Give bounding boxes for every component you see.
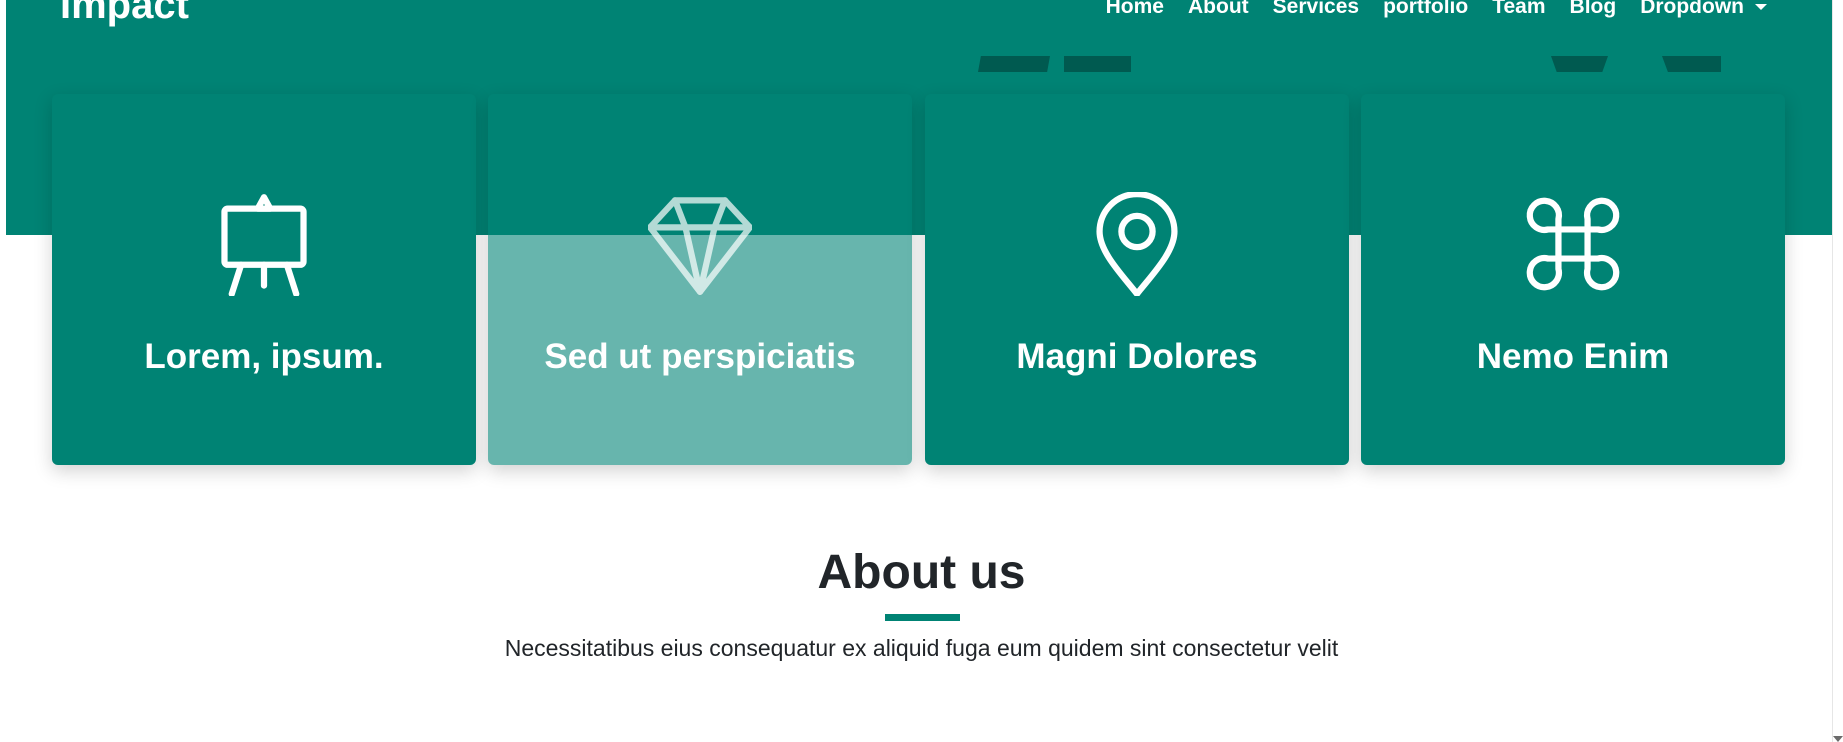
scroll-down-arrow-icon[interactable] [1833,736,1843,742]
hero-decoration [978,56,1050,72]
main-nav: Home About Services portfolio Team Blog … [1106,0,1767,20]
nav-dropdown-label: Dropdown [1640,0,1744,18]
section-description: Necessitatibus eius consequatur ex aliqu… [504,635,1339,661]
command-icon [1526,197,1620,291]
feature-card[interactable]: Nemo Enim [1361,94,1785,465]
nav-link-portfolio[interactable]: portfolio [1383,0,1468,19]
geo-alt-icon [1096,192,1178,296]
feature-card[interactable]: Magni Dolores [925,94,1349,465]
feature-card-title: Magni Dolores [1016,337,1258,376]
feature-card[interactable]: Lorem, ipsum. [52,94,476,465]
feature-card-title: Lorem, ipsum. [144,337,384,376]
site-header: Impact Home About Services portfolio Tea… [0,0,1843,40]
hero-decoration [1662,56,1721,72]
nav-link-portfolio-label: portfolio [1383,0,1469,18]
section-title-underline [885,614,960,621]
hero-decoration [1551,56,1608,72]
feature-card-title: Sed ut perspiciatis [544,337,856,376]
nav-link-team-label: Team [1492,0,1546,18]
nav-dropdown-toggle[interactable]: Dropdown [1640,0,1767,19]
nav-link-services-label: Services [1272,0,1360,18]
nav-link-team[interactable]: Team [1492,0,1545,19]
page-scrollbar[interactable] [1832,0,1843,742]
nav-link-blog-label: Blog [1569,0,1617,18]
easel-icon [221,194,307,296]
gem-icon [648,197,752,295]
site-logo[interactable]: Impact [60,0,189,28]
nav-link-blog[interactable]: Blog [1570,0,1617,19]
feature-card[interactable]: Sed ut perspiciatis [488,94,912,465]
hero-decoration [1064,56,1131,72]
feature-card-title: Nemo Enim [1476,337,1670,376]
section-title: About us [817,546,1026,599]
chevron-down-icon [1755,4,1767,10]
nav-link-about[interactable]: About [1188,0,1249,19]
nav-link-home[interactable]: Home [1106,0,1164,19]
nav-link-about-label: About [1188,0,1249,18]
nav-link-home-label: Home [1105,0,1164,18]
nav-link-services[interactable]: Services [1273,0,1359,19]
